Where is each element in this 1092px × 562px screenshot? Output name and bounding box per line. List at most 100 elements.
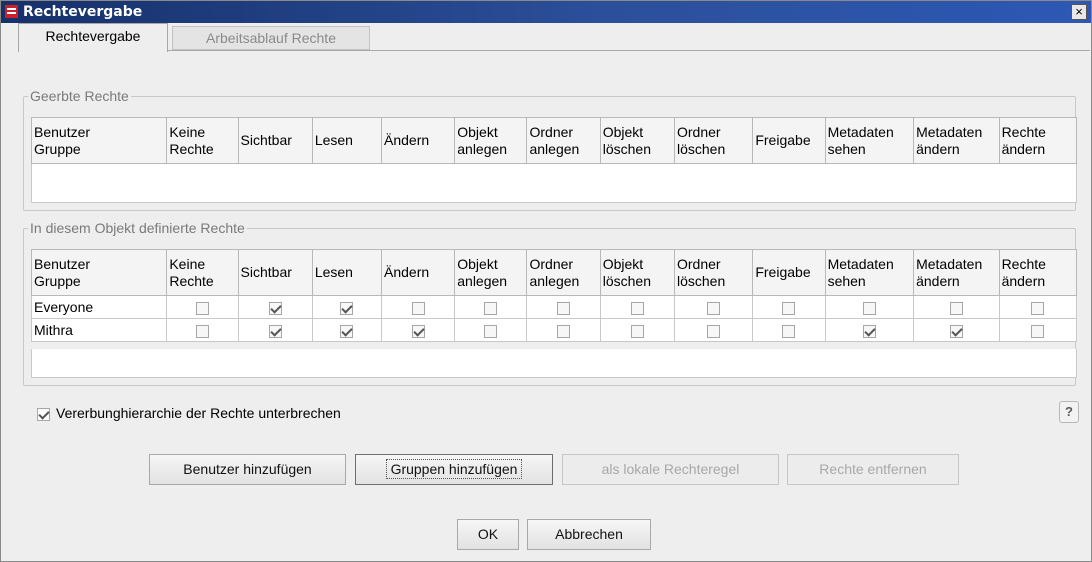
add-group-button[interactable]: Gruppen hinzufügen [355, 454, 553, 485]
permission-cell [380, 295, 456, 319]
defined-column-header[interactable]: Lesen [311, 249, 383, 296]
permission-checkbox[interactable] [707, 301, 721, 315]
permission-checkbox[interactable] [707, 324, 721, 338]
inherited-column-header[interactable]: Rechte ändern [998, 117, 1078, 164]
permission-cell [913, 318, 1000, 342]
inherited-column-header[interactable]: Freigabe [752, 117, 826, 164]
principal-name-cell: Mithra [30, 318, 168, 342]
permission-cell [599, 295, 676, 319]
column-header-line: anlegen [529, 272, 580, 289]
inherited-rights-legend: Geerbte Rechte [28, 88, 131, 104]
table-row[interactable]: Mithra [30, 318, 1078, 342]
column-header-line: ändern [1001, 140, 1046, 157]
inheritance-break-row[interactable]: Vererbunghierarchie der Rechte unterbrec… [37, 404, 341, 422]
defined-column-header[interactable]: Sichtbar [237, 249, 313, 296]
defined-column-header[interactable]: Ordner löschen [673, 249, 754, 296]
tab-rechtevergabe[interactable]: Rechtevergabe [18, 23, 168, 52]
column-header-line: anlegen [529, 140, 580, 157]
defined-column-header[interactable]: Benutzer Gruppe [30, 249, 168, 296]
inherited-column-header[interactable]: Ordner anlegen [526, 117, 601, 164]
add-user-button[interactable]: Benutzer hinzufügen [149, 454, 346, 485]
inherited-column-header[interactable]: Objekt löschen [599, 117, 676, 164]
remove-rights-button[interactable]: Rechte entfernen [787, 454, 959, 485]
permission-checkbox[interactable] [557, 301, 571, 315]
column-header-line: Sichtbar [240, 264, 292, 280]
local-rule-button[interactable]: als lokale Rechteregel [562, 454, 779, 485]
column-header-line: Ordner [677, 255, 721, 272]
permission-checkbox[interactable] [630, 324, 644, 338]
inheritance-break-checkbox[interactable] [37, 407, 50, 421]
inherited-column-header[interactable]: Ändern [380, 117, 456, 164]
defined-column-header[interactable]: Ändern [380, 249, 456, 296]
permission-checkbox[interactable] [862, 324, 876, 338]
inherited-column-header[interactable]: Objekt anlegen [454, 117, 528, 164]
permission-checkbox[interactable] [484, 324, 498, 338]
permission-checkbox[interactable] [557, 324, 571, 338]
permission-checkbox[interactable] [484, 301, 498, 315]
permission-cell [998, 318, 1078, 342]
permission-checkbox[interactable] [1031, 324, 1045, 338]
inherited-rights-table: Benutzer Gruppe Keine Rechte Sichtbar Lesen Än… [30, 117, 1078, 164]
column-header-line: Sichtbar [240, 132, 292, 148]
permission-cell [998, 295, 1078, 319]
column-header-line: Gruppe [34, 140, 81, 157]
cancel-button[interactable]: Abbrechen [527, 519, 651, 550]
table-row[interactable]: Everyone [30, 295, 1078, 319]
rights-dialog: Rechtevergabe × Rechtevergabe Arbeitsabl… [0, 0, 1092, 562]
defined-column-header[interactable]: Metadaten ändern [913, 249, 1000, 296]
inherited-column-header[interactable]: Metadaten sehen [824, 117, 915, 164]
column-header-line: löschen [602, 272, 651, 289]
defined-rights-table: Benutzer Gruppe Keine Rechte Sichtbar Lesen Än… [30, 249, 1078, 342]
defined-column-header[interactable]: Ordner anlegen [526, 249, 601, 296]
column-header-line: löschen [677, 140, 726, 157]
column-header-line: Objekt [602, 123, 644, 140]
column-header-line: Freigabe [755, 132, 811, 148]
column-header-line: Freigabe [755, 264, 811, 280]
defined-column-header[interactable]: Rechte ändern [998, 249, 1078, 296]
column-header-line: Benutzer [34, 255, 91, 272]
permission-checkbox[interactable] [862, 301, 876, 315]
column-header-line: Objekt [457, 255, 498, 272]
inherited-column-header[interactable]: Keine Rechte [166, 117, 239, 164]
inherited-column-header[interactable]: Benutzer Gruppe [30, 117, 168, 164]
permission-checkbox[interactable] [630, 301, 644, 315]
column-header-line: ändern [1001, 272, 1046, 289]
permission-checkbox[interactable] [782, 324, 796, 338]
permission-checkbox[interactable] [949, 301, 963, 315]
defined-column-header[interactable]: Objekt löschen [599, 249, 676, 296]
defined-header-row: Benutzer Gruppe Keine Rechte Sichtbar Lesen Än… [30, 249, 1078, 296]
column-header-line: anlegen [457, 140, 508, 157]
inherited-column-header[interactable]: Metadaten ändern [913, 117, 1000, 164]
permission-checkbox[interactable] [782, 301, 796, 315]
title-bar[interactable]: Rechtevergabe × [1, 1, 1091, 23]
permission-checkbox[interactable] [268, 301, 282, 315]
column-header-line: Objekt [457, 123, 498, 140]
close-button[interactable]: × [1071, 4, 1087, 20]
permission-checkbox[interactable] [411, 324, 425, 338]
defined-column-header[interactable]: Freigabe [752, 249, 826, 296]
permission-checkbox[interactable] [949, 324, 963, 338]
inherited-header-row: Benutzer Gruppe Keine Rechte Sichtbar Lesen Än… [30, 117, 1078, 164]
permission-checkbox[interactable] [1031, 301, 1045, 315]
inherited-column-header[interactable]: Ordner löschen [673, 117, 754, 164]
ok-button[interactable]: OK [457, 519, 519, 550]
permission-checkbox[interactable] [340, 324, 354, 338]
column-header-line: sehen [827, 140, 866, 157]
permission-checkbox[interactable] [195, 301, 209, 315]
permission-cell [673, 295, 754, 319]
defined-column-header[interactable]: Objekt anlegen [454, 249, 528, 296]
permission-checkbox[interactable] [268, 324, 282, 338]
inherited-column-header[interactable]: Lesen [311, 117, 383, 164]
permission-checkbox[interactable] [411, 301, 425, 315]
permission-checkbox[interactable] [340, 301, 354, 315]
permission-checkbox[interactable] [195, 324, 209, 338]
defined-column-header[interactable]: Metadaten sehen [824, 249, 915, 296]
help-icon[interactable]: ? [1059, 401, 1079, 423]
inherited-column-header[interactable]: Sichtbar [237, 117, 313, 164]
defined-column-header[interactable]: Keine Rechte [166, 249, 239, 296]
tab-arbeitsablauf-rechte[interactable]: Arbeitsablauf Rechte [172, 26, 370, 50]
permission-cell [824, 318, 915, 342]
column-header-line: Gruppe [34, 272, 81, 289]
window-title: Rechtevergabe [23, 4, 143, 20]
column-header-line: Metadaten [827, 123, 894, 140]
